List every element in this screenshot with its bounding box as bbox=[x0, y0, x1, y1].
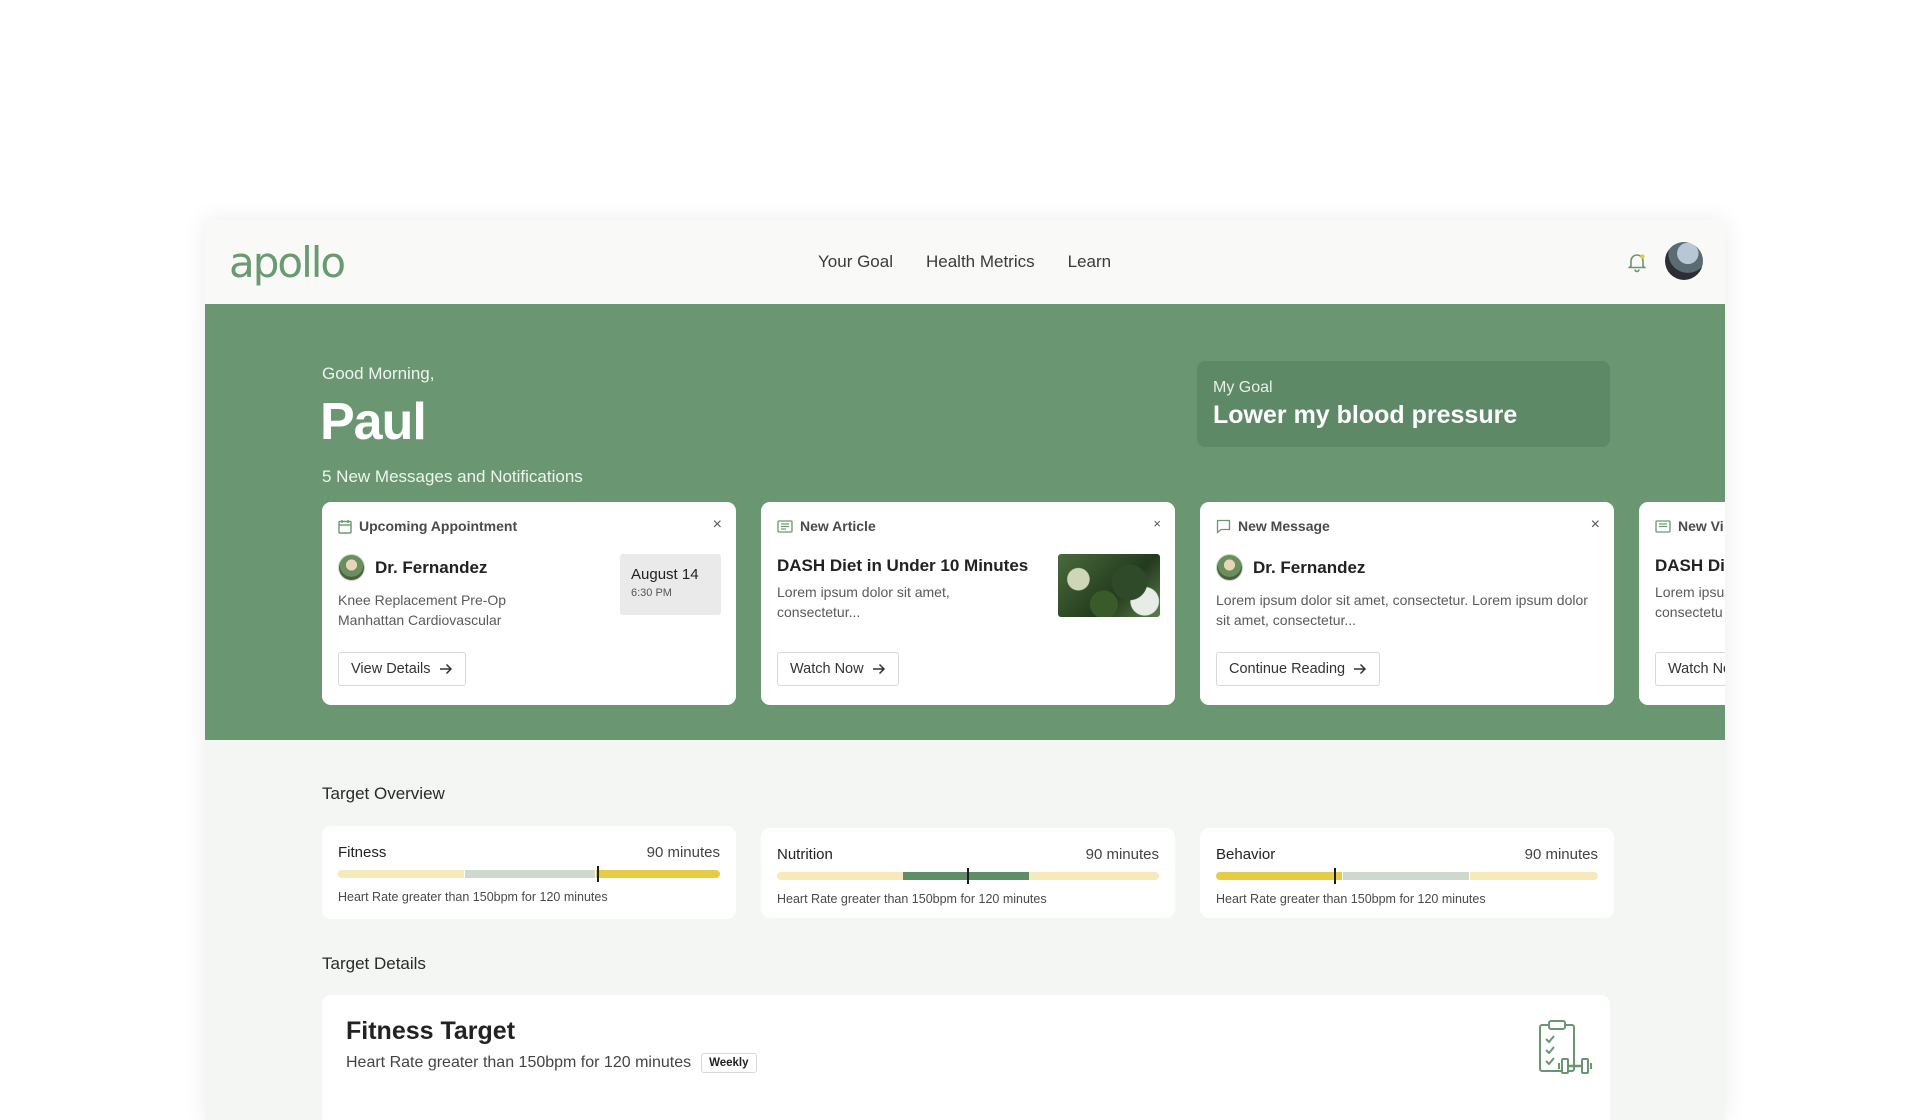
arrow-right-icon bbox=[439, 663, 452, 675]
target-minutes: 90 minutes bbox=[1085, 846, 1159, 863]
target-details-title: Target Details bbox=[322, 954, 426, 973]
appointment-location: Manhattan Cardiovascular bbox=[338, 612, 502, 628]
watch-now-button[interactable]: Watch Now bbox=[777, 652, 899, 686]
close-icon[interactable]: × bbox=[1591, 516, 1600, 534]
target-description: Heart Rate greater than 150bpm for 120 m… bbox=[1216, 892, 1486, 906]
article-card: New Article × DASH Diet in Under 10 Minu… bbox=[761, 502, 1175, 705]
card-header: New Message bbox=[1216, 518, 1330, 534]
user-name: Paul bbox=[320, 393, 427, 451]
close-icon[interactable]: × bbox=[713, 516, 722, 534]
continue-reading-button[interactable]: Continue Reading bbox=[1216, 652, 1381, 686]
goal-label: My Goal bbox=[1213, 379, 1273, 396]
arrow-right-icon bbox=[872, 663, 885, 675]
progress-marker bbox=[967, 868, 969, 884]
card-header: New Article bbox=[777, 518, 876, 534]
doctor-info: Dr. Fernandez bbox=[1216, 554, 1365, 581]
nutrition-target-card[interactable]: Nutrition 90 minutes Heart Rate greater … bbox=[761, 828, 1175, 918]
clipboard-dumbbell-icon bbox=[1539, 1020, 1592, 1074]
target-minutes: 90 minutes bbox=[1524, 846, 1598, 863]
doctor-avatar bbox=[338, 554, 365, 581]
behavior-target-card[interactable]: Behavior 90 minutes Heart Rate greater t… bbox=[1200, 828, 1614, 918]
article-title[interactable]: DASH Diet in Under 10 Minutes bbox=[777, 556, 1028, 576]
progress-bar bbox=[1216, 872, 1598, 880]
button-label: View Details bbox=[351, 661, 431, 677]
button-label: Continue Reading bbox=[1229, 661, 1346, 677]
article-excerpt: Lorem ipsum dolor sit amet, consectetur.… bbox=[777, 584, 950, 620]
fitness-target-title: Fitness Target bbox=[346, 1017, 516, 1045]
greeting-text: Good Morning, bbox=[322, 364, 435, 383]
progress-marker bbox=[1334, 868, 1336, 884]
appointment-type: Knee Replacement Pre-Op bbox=[338, 592, 507, 608]
progress-bar bbox=[338, 870, 720, 878]
video-card: New Vi DASH Diet Lorem ipsu consectetu W… bbox=[1639, 502, 1725, 705]
my-goal-panel[interactable]: My Goal Lower my blood pressure bbox=[1197, 361, 1610, 447]
message-icon bbox=[1216, 519, 1231, 534]
doctor-name: Dr. Fernandez bbox=[375, 557, 488, 577]
card-type-label: New Message bbox=[1238, 518, 1330, 534]
fitness-target-card[interactable]: Fitness 90 minutes Heart Rate greater th… bbox=[322, 826, 736, 919]
card-type-label: Upcoming Appointment bbox=[359, 518, 518, 534]
card-header: Upcoming Appointment bbox=[338, 518, 517, 534]
newspaper-icon bbox=[777, 519, 793, 533]
target-minutes: 90 minutes bbox=[646, 844, 720, 861]
notifications-count: 5 New Messages and Notifications bbox=[322, 467, 583, 486]
button-label: Watch Now bbox=[790, 661, 864, 677]
appointment-time: 6:30 PM bbox=[631, 587, 672, 599]
button-label: Watch No bbox=[1668, 661, 1725, 677]
app-window: apollo Your Goal Health Metrics Learn Go… bbox=[205, 220, 1725, 1120]
hero-section: Good Morning, Paul 5 New Messages and No… bbox=[205, 304, 1725, 740]
fitness-target-detail-card[interactable]: Fitness Target Heart Rate greater than 1… bbox=[322, 995, 1610, 1120]
nav-learn[interactable]: Learn bbox=[1068, 252, 1111, 272]
card-type-label: New Article bbox=[800, 518, 876, 534]
appointment-date-box: August 14 6:30 PM bbox=[620, 554, 721, 615]
doctor-avatar bbox=[1216, 554, 1243, 581]
target-overview-title: Target Overview bbox=[322, 784, 445, 803]
target-name: Fitness bbox=[338, 844, 387, 861]
newspaper-icon bbox=[1655, 519, 1671, 533]
message-card: New Message × Dr. Fernandez Lorem ipsum … bbox=[1200, 502, 1614, 705]
apollo-logo[interactable]: apollo bbox=[229, 238, 346, 287]
watch-now-button[interactable]: Watch No bbox=[1655, 652, 1725, 686]
appointment-card: Upcoming Appointment × Dr. Fernandez Kne… bbox=[322, 502, 736, 705]
article-thumbnail[interactable] bbox=[1058, 554, 1160, 617]
bell-icon[interactable] bbox=[1625, 250, 1649, 274]
progress-marker bbox=[597, 866, 599, 882]
close-icon[interactable]: × bbox=[1153, 516, 1161, 531]
user-avatar[interactable] bbox=[1665, 242, 1703, 280]
nav-health-metrics[interactable]: Health Metrics bbox=[926, 252, 1035, 272]
appointment-date: August 14 bbox=[631, 566, 699, 583]
message-excerpt: Lorem ipsum dolor sit amet, consectetur.… bbox=[1216, 592, 1588, 628]
calendar-icon bbox=[338, 519, 352, 534]
card-header: New Vi bbox=[1655, 518, 1724, 534]
nav-your-goal[interactable]: Your Goal bbox=[818, 252, 893, 272]
target-description: Heart Rate greater than 150bpm for 120 m… bbox=[338, 890, 608, 904]
fitness-target-description: Heart Rate greater than 150bpm for 120 m… bbox=[346, 1054, 692, 1071]
target-description: Heart Rate greater than 150bpm for 120 m… bbox=[777, 892, 1047, 906]
top-header: apollo Your Goal Health Metrics Learn bbox=[205, 220, 1725, 304]
view-details-button[interactable]: View Details bbox=[338, 652, 466, 686]
video-excerpt: Lorem ipsu consectetu bbox=[1655, 584, 1725, 620]
goal-value: Lower my blood pressure bbox=[1213, 401, 1518, 429]
target-name: Behavior bbox=[1216, 846, 1276, 863]
card-type-label: New Vi bbox=[1678, 518, 1724, 534]
arrow-right-icon bbox=[1354, 663, 1367, 675]
frequency-badge: Weekly bbox=[701, 1053, 757, 1073]
video-title[interactable]: DASH Diet bbox=[1655, 556, 1725, 576]
target-name: Nutrition bbox=[777, 846, 833, 863]
doctor-name: Dr. Fernandez bbox=[1253, 557, 1366, 577]
main-nav: Your Goal Health Metrics Learn bbox=[818, 252, 1111, 272]
doctor-info: Dr. Fernandez bbox=[338, 554, 487, 581]
appointment-details: Knee Replacement Pre-Op Manhattan Cardio… bbox=[338, 590, 506, 630]
fitness-target-subtitle: Heart Rate greater than 150bpm for 120 m… bbox=[346, 1053, 757, 1073]
